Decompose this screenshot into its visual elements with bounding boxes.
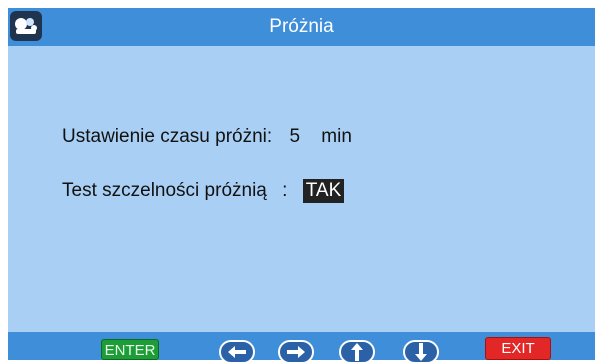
vacuum-time-unit: min bbox=[321, 126, 352, 147]
left-button[interactable] bbox=[219, 340, 255, 364]
up-button[interactable] bbox=[339, 340, 375, 364]
screen: Próżnia Ustawienie czasu próżni: 5 min T… bbox=[8, 8, 595, 364]
vacuum-time-row: Ustawienie czasu próżni: 5 min bbox=[62, 126, 352, 148]
vacuum-time-label: Ustawienie czasu próżni: bbox=[62, 126, 273, 147]
arrow-down-icon bbox=[415, 343, 427, 361]
arrow-left-icon bbox=[228, 346, 246, 358]
vacuum-time-value[interactable]: 5 bbox=[289, 126, 300, 148]
page-title: Próżnia bbox=[269, 16, 334, 37]
title-bar: Próżnia bbox=[8, 8, 595, 46]
bottom-toolbar: ENTER EXIT bbox=[8, 332, 595, 364]
right-button[interactable] bbox=[278, 340, 314, 364]
leak-test-label: Test szczelności próżnią bbox=[62, 180, 267, 201]
exit-button[interactable]: EXIT bbox=[485, 337, 551, 360]
leak-test-separator: : bbox=[282, 180, 288, 201]
arrow-up-icon bbox=[351, 343, 363, 361]
arrow-right-icon bbox=[287, 346, 305, 358]
leak-test-value[interactable]: TAK bbox=[302, 179, 345, 203]
leak-test-row: Test szczelności próżnią : TAK bbox=[62, 179, 345, 203]
down-button[interactable] bbox=[403, 340, 439, 364]
enter-button[interactable]: ENTER bbox=[101, 339, 159, 360]
